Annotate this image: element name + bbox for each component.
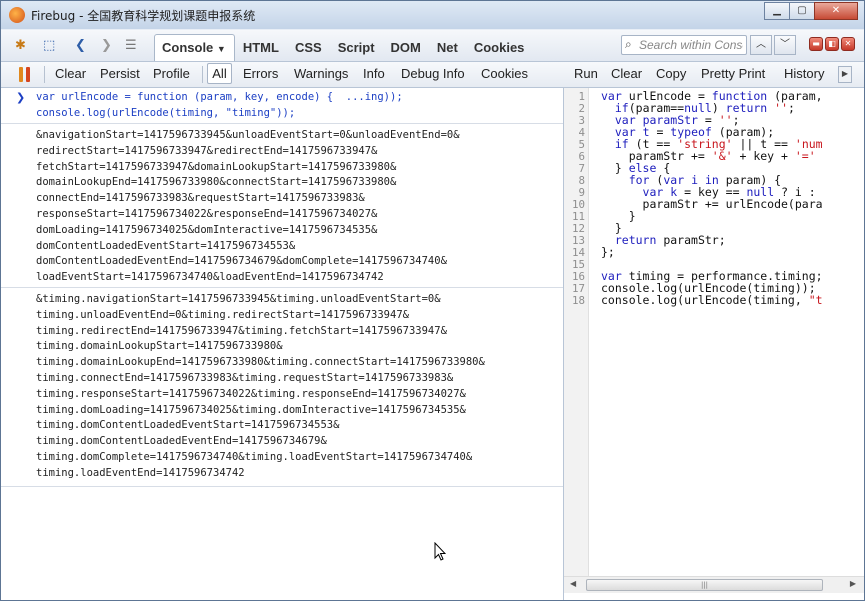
clear-editor-button[interactable]: Clear <box>611 66 642 81</box>
forward-icon[interactable]: ❯ <box>101 38 112 53</box>
tab-dom[interactable]: DOM <box>383 34 429 61</box>
log-output-line: &navigationStart=1417596733945&unloadEve… <box>36 129 460 141</box>
copy-button[interactable]: Copy <box>656 66 686 81</box>
code-area[interactable]: var urlEncode = function (param, if(para… <box>601 90 823 306</box>
search-icon: ⌕ <box>625 37 632 51</box>
tab-net[interactable]: Net <box>429 34 466 61</box>
filter-info-button[interactable]: Info <box>363 66 385 81</box>
search-prev-button[interactable]: ︿ <box>750 35 772 55</box>
horizontal-scrollbar[interactable]: ◀ ||| ▶ <box>564 576 864 593</box>
scrollbar-thumb[interactable]: ||| <box>586 579 823 591</box>
scroll-left-icon[interactable]: ◀ <box>570 579 576 588</box>
maximize-button[interactable]: ▢ <box>789 2 815 20</box>
panel-tabs: Console ▼ HTML CSS Script DOM Net Cookie… <box>154 34 532 61</box>
console-log-entry: &timing.navigationStart=1417596733945&ti… <box>1 288 563 487</box>
list-icon[interactable]: ☰ <box>125 38 137 53</box>
firebug-icon[interactable]: ✱ <box>15 38 26 53</box>
code-line: } <box>601 209 636 223</box>
line-number: 18 <box>571 294 585 307</box>
log-output-line: domContentLoadedEventStart=1417596734553… <box>36 239 296 252</box>
log-output-line: fetchStart=1417596733947&domainLookupSta… <box>36 160 397 173</box>
filter-debug-info-button[interactable]: Debug Info <box>401 66 465 81</box>
log-output-line: timing.domComplete=1417596734740&timing.… <box>36 451 473 463</box>
clear-button[interactable]: Clear <box>55 66 86 81</box>
log-output-line: timing.domainLookupStart=1417596733980& <box>36 340 283 353</box>
log-output-line: timing.domContentLoadedEventStart=141759… <box>36 419 340 432</box>
log-output-line: domContentLoadedEventEnd=1417596734679&d… <box>36 255 447 268</box>
toolbar-divider <box>202 66 203 83</box>
pretty-print-button[interactable]: Pretty Print <box>701 66 765 81</box>
log-output-line: domainLookupEnd=1417596733980&connectSta… <box>36 176 397 189</box>
console-output-pane: ❯ var urlEncode = function (param, key, … <box>1 88 564 600</box>
log-output-line: timing.responseStart=1417596734022&timin… <box>36 387 466 400</box>
main-toolbar: ✱ ⬚ ❮ ❯ ☰ Console ▼ HTML CSS Script DOM … <box>1 30 864 62</box>
filter-all-button[interactable]: All <box>207 63 232 84</box>
console-toolbar: Clear Persist Profile All Errors Warning… <box>1 62 864 88</box>
detach-firebug-icon[interactable]: ◧ <box>825 37 839 51</box>
log-output-line: connectEnd=1417596733983&requestStart=14… <box>36 192 365 205</box>
log-output-line: responseStart=1417596734022&responseEnd=… <box>36 208 378 220</box>
filter-warnings-button[interactable]: Warnings <box>294 66 348 81</box>
command-line: var urlEncode = function (param, key, en… <box>36 91 403 103</box>
firebug-window: Firebug - 全国教育科学规划课题申报系统 ▁ ▢ ✕ ✱ ⬚ ❮ ❯ ☰… <box>0 0 865 601</box>
pause-icon[interactable] <box>19 67 31 82</box>
title-bar: Firebug - 全国教育科学规划课题申报系统 ▁ ▢ ✕ <box>1 1 864 29</box>
tab-css[interactable]: CSS <box>287 34 330 61</box>
tab-html[interactable]: HTML <box>235 34 287 61</box>
tab-console[interactable]: Console ▼ <box>154 34 235 61</box>
chevron-down-icon[interactable]: ▼ <box>217 44 226 54</box>
log-output-line: timing.loadEventEnd=1417596734742 <box>36 466 245 479</box>
scroll-right-icon[interactable]: ▶ <box>850 579 856 588</box>
command-line: console.log(urlEncode(timing, "timing"))… <box>36 107 296 119</box>
line-number-gutter: 1 2 3 4 5 6 7 8 9 10 11 12 13 14 15 16 17 18 <box>564 88 589 581</box>
log-output-line: timing.unloadEventEnd=0&timing.redirectS… <box>36 308 409 321</box>
log-output-line: timing.domContentLoadedEventEnd=14175967… <box>36 435 327 448</box>
log-output-line: redirectStart=1417596733947&redirectEnd=… <box>36 144 378 157</box>
tab-cookies[interactable]: Cookies <box>466 34 533 61</box>
log-output-line: timing.redirectEnd=1417596733947&timing.… <box>36 324 447 337</box>
window-title: Firebug - 全国教育科学规划课题申报系统 <box>31 9 256 23</box>
log-output-line: timing.domLoading=1417596734025&timing.d… <box>36 403 466 416</box>
history-button[interactable]: History <box>784 66 824 81</box>
log-output-line: domLoading=1417596734025&domInteractive=… <box>36 223 378 236</box>
close-firebug-icon[interactable]: ✕ <box>841 37 855 51</box>
log-output-line: loadEventStart=1417596734740&loadEventEn… <box>36 271 384 284</box>
console-command-entry: ❯ var urlEncode = function (param, key, … <box>1 88 563 124</box>
code-line: }; <box>601 245 615 259</box>
minimize-firebug-icon[interactable]: ▬ <box>809 37 823 51</box>
command-editor[interactable]: 1 2 3 4 5 6 7 8 9 10 11 12 13 14 15 16 17 18 var urlEncod… <box>564 88 864 600</box>
close-button[interactable]: ✕ <box>814 2 858 20</box>
log-output-line: &timing.navigationStart=1417596733945&ti… <box>36 293 441 305</box>
filter-cookies-button[interactable]: Cookies <box>481 66 528 81</box>
minimize-button[interactable]: ▁ <box>764 2 790 20</box>
run-button[interactable]: Run <box>574 66 598 81</box>
inspect-icon[interactable]: ⬚ <box>43 38 55 53</box>
console-log-entry: &navigationStart=1417596733945&unloadEve… <box>1 124 563 288</box>
back-icon[interactable]: ❮ <box>75 38 86 53</box>
tab-script[interactable]: Script <box>330 34 383 61</box>
code-line: return paramStr; <box>614 233 726 247</box>
firefox-icon <box>9 7 25 23</box>
code-line: console.log(urlEncode(timing, "t <box>601 293 823 307</box>
search-input[interactable] <box>639 37 743 53</box>
toolbar-divider <box>44 66 45 83</box>
scroll-right-icon[interactable]: ▶ <box>838 66 852 83</box>
search-box: ⌕ <box>621 35 747 55</box>
profile-button[interactable]: Profile <box>153 66 190 81</box>
prompt-icon: ❯ <box>16 91 26 104</box>
persist-button[interactable]: Persist <box>100 66 140 81</box>
filter-errors-button[interactable]: Errors <box>243 66 278 81</box>
log-output-line: timing.domainLookupEnd=1417596733980&tim… <box>36 356 485 369</box>
window-controls: ▁ ▢ ✕ <box>764 2 858 20</box>
log-output-line: timing.connectEnd=1417596733983&timing.r… <box>36 372 454 384</box>
search-next-button[interactable]: ﹀ <box>774 35 796 55</box>
